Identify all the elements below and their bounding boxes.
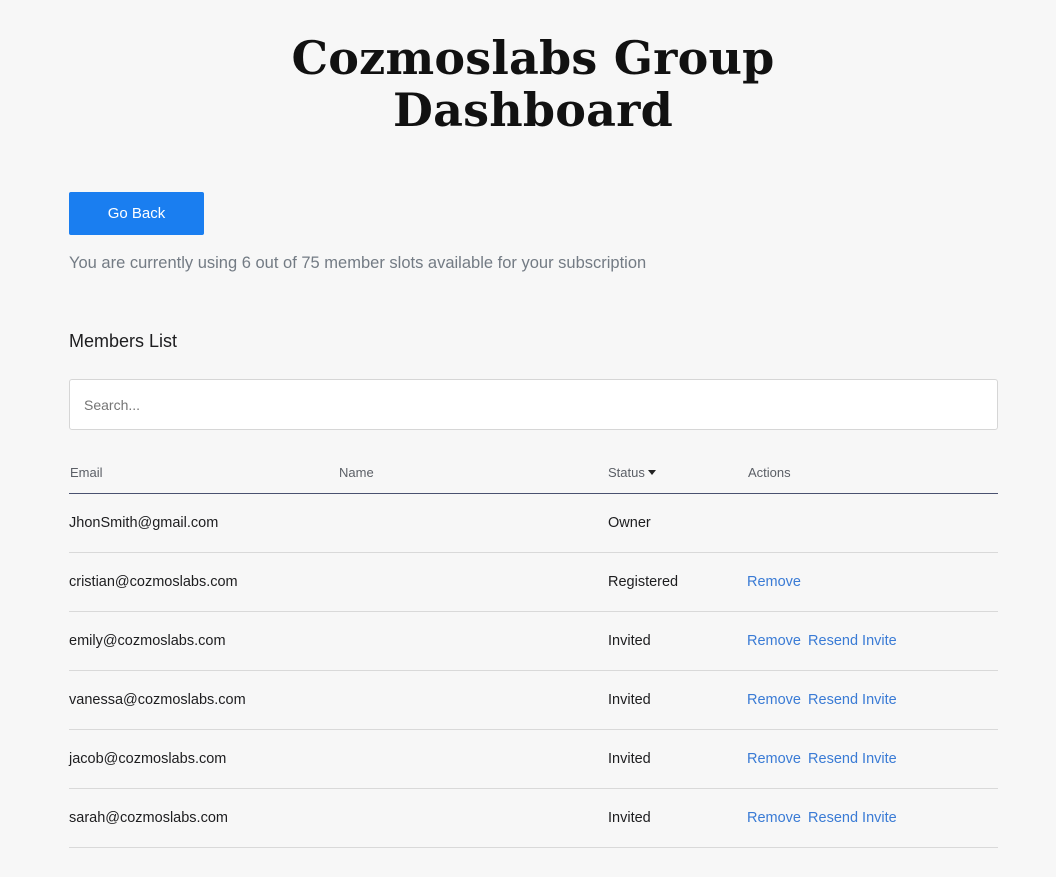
remove-member-link[interactable]: Remove <box>747 633 801 649</box>
name-column-header: Name <box>339 465 374 480</box>
remove-member-link[interactable]: Remove <box>747 692 801 708</box>
member-status: Invited <box>608 633 651 649</box>
member-email: emily@cozmoslabs.com <box>69 633 226 649</box>
resend-invite-link[interactable]: Resend Invite <box>808 633 897 649</box>
resend-invite-link[interactable]: Resend Invite <box>808 810 897 826</box>
group-dashboard-page: Cozmoslabs Group Dashboard Go Back You a… <box>0 0 1056 877</box>
member-actions: Remove Resend Invite <box>747 810 900 826</box>
members-table-body: JhonSmith@gmail.com Owner cristian@cozmosl… <box>69 494 998 848</box>
resend-invite-link[interactable]: Resend Invite <box>808 751 897 767</box>
member-status: Invited <box>608 810 651 826</box>
table-row: jacob@cozmoslabs.com Invited Remove Resend… <box>69 730 998 789</box>
member-status: Owner <box>608 515 651 531</box>
member-actions: Remove Resend Invite <box>747 692 900 708</box>
member-status: Registered <box>608 574 679 590</box>
page-title: Cozmoslabs Group Dashboard <box>0 32 1056 136</box>
members-search-input[interactable] <box>69 379 998 430</box>
remove-member-link[interactable]: Remove <box>747 574 801 590</box>
status-column-header-label: Status <box>608 465 645 480</box>
member-email: vanessa@cozmoslabs.com <box>69 692 246 708</box>
members-table: Email Name Status Actions JhonSmith@gmai… <box>69 454 998 848</box>
member-email: JhonSmith@gmail.com <box>69 515 219 531</box>
member-actions: Remove Resend Invite <box>747 751 900 767</box>
member-actions: Remove Resend Invite <box>747 633 900 649</box>
members-list-title: Members List <box>69 331 178 351</box>
member-status: Invited <box>608 751 651 767</box>
table-row: cristian@cozmoslabs.com Registered Remove <box>69 553 998 612</box>
table-row: emily@cozmoslabs.com Invited Remove Resend… <box>69 612 998 671</box>
table-row: sarah@cozmoslabs.com Invited Remove Resend… <box>69 789 998 848</box>
member-actions: Remove <box>747 574 804 590</box>
email-column-header: Email <box>70 465 103 480</box>
caret-down-icon <box>647 470 656 475</box>
members-table-header: Email Name Status Actions <box>69 454 998 494</box>
member-status: Invited <box>608 692 651 708</box>
remove-member-link[interactable]: Remove <box>747 751 801 767</box>
table-row: vanessa@cozmoslabs.com Invited Remove Rese… <box>69 671 998 730</box>
actions-column-header: Actions <box>748 465 791 480</box>
member-email: cristian@cozmoslabs.com <box>69 574 238 590</box>
page-title-line-1: Cozmoslabs Group <box>291 31 775 85</box>
go-back-button[interactable]: Go Back <box>69 192 204 235</box>
resend-invite-link[interactable]: Resend Invite <box>808 692 897 708</box>
status-column-header-sort[interactable]: Status <box>608 465 656 480</box>
page-title-line-2: Dashboard <box>393 83 673 137</box>
table-row: JhonSmith@gmail.com Owner <box>69 494 998 553</box>
member-email: sarah@cozmoslabs.com <box>69 810 228 826</box>
member-slots-usage-text: You are currently using 6 out of 75 memb… <box>69 254 647 272</box>
member-email: jacob@cozmoslabs.com <box>69 751 227 767</box>
remove-member-link[interactable]: Remove <box>747 810 801 826</box>
